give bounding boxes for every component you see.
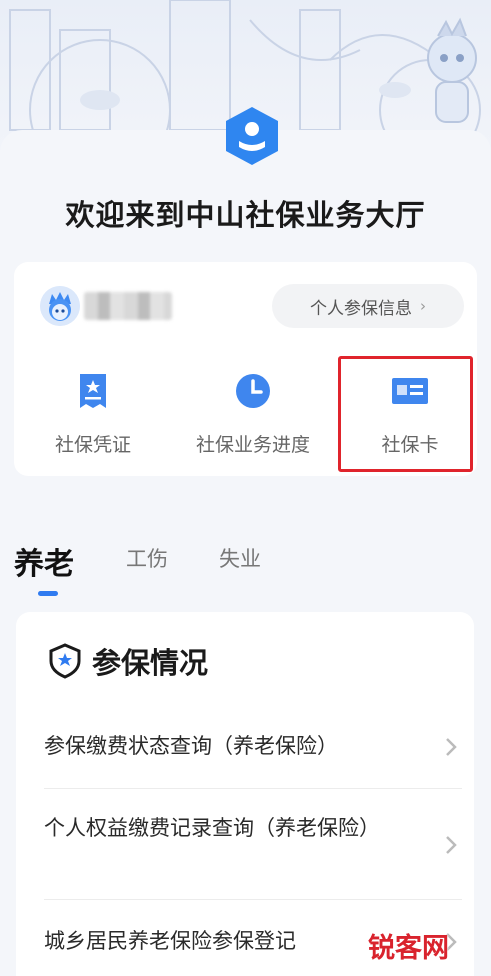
page-title: 欢迎来到中山社保业务大厅	[65, 198, 426, 232]
section-header: 参保情况	[48, 640, 208, 682]
shield-star-icon	[49, 643, 81, 679]
divider	[44, 899, 462, 900]
quick-action-certificate[interactable]: 社保凭证	[44, 372, 142, 462]
list-item-label: 参保缴费状态查询（养老保险）	[44, 734, 338, 758]
chevron-right-icon: ›	[420, 297, 426, 315]
personal-insurance-info-button[interactable]: 个人参保信息 ›	[272, 284, 464, 328]
avatar[interactable]	[40, 286, 80, 326]
quick-action-progress[interactable]: 社保业务进度	[183, 372, 323, 462]
section-title: 参保情况	[92, 646, 209, 680]
tab-pension[interactable]: 养老	[14, 539, 74, 583]
active-tab-indicator	[38, 591, 58, 596]
info-button-label: 个人参保信息	[310, 298, 412, 319]
tab-work-injury[interactable]: 工伤	[126, 543, 168, 573]
list-item-label: 城乡居民养老保险参保登记	[44, 929, 296, 953]
mascot-illustration	[427, 17, 477, 123]
tab-unemployment[interactable]: 失业	[219, 543, 261, 573]
list-item[interactable]: 个人权益缴费记录查询（养老保险）	[44, 812, 404, 845]
highlight-annotation-box	[338, 356, 473, 472]
quick-action-label: 社保凭证	[54, 434, 131, 456]
masked-username	[84, 292, 172, 320]
list-item-label: 个人权益缴费记录查询（养老保险）	[44, 816, 380, 840]
chevron-right-icon	[446, 836, 457, 854]
hand-shield-logo-icon	[222, 105, 282, 167]
list-item[interactable]: 参保缴费状态查询（养老保险）	[44, 730, 444, 763]
chevron-right-icon	[446, 738, 457, 756]
quick-action-label: 社保业务进度	[195, 434, 310, 456]
clock-icon	[236, 374, 270, 408]
divider	[44, 788, 462, 789]
certificate-icon	[80, 374, 106, 408]
watermark: 锐客网	[368, 933, 449, 964]
